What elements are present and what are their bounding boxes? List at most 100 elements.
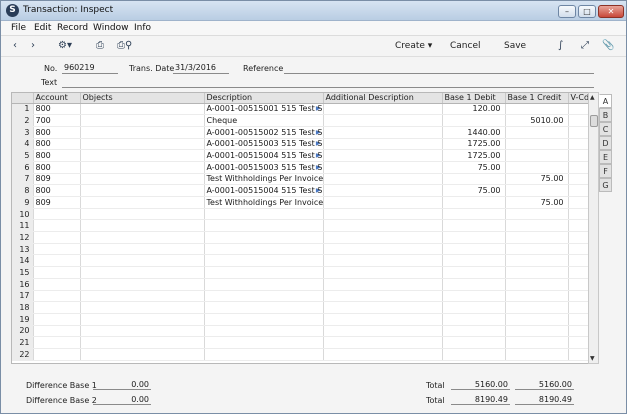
account-cell[interactable]: 809 — [33, 173, 81, 186]
description-cell[interactable] — [204, 231, 324, 244]
vat-code-cell[interactable] — [568, 173, 591, 186]
objects-cell[interactable] — [80, 231, 205, 244]
objects-cell[interactable] — [80, 301, 205, 314]
description-cell[interactable] — [204, 336, 324, 349]
col-header-description[interactable]: Description — [204, 93, 324, 104]
objects-cell[interactable] — [80, 266, 205, 279]
cancel-button[interactable]: Cancel — [450, 41, 481, 51]
description-cell[interactable]: ▶A-0001-00515004 515 Test Supp — [204, 184, 324, 197]
account-cell[interactable] — [33, 325, 81, 338]
base1-credit-cell[interactable] — [505, 313, 569, 326]
description-cell[interactable]: ▶A-0001-00515001 515 Test Supp — [204, 103, 324, 116]
additional-description-cell[interactable] — [323, 149, 443, 162]
objects-cell[interactable] — [80, 173, 205, 186]
objects-cell[interactable] — [80, 313, 205, 326]
vat-code-cell[interactable] — [568, 348, 591, 361]
additional-description-cell[interactable] — [323, 313, 443, 326]
base1-credit-cell[interactable] — [505, 266, 569, 279]
base1-credit-cell[interactable] — [505, 219, 569, 233]
menu-record[interactable]: Record — [57, 23, 88, 33]
base1-debit-cell[interactable] — [442, 325, 506, 338]
table-row[interactable]: 11 — [12, 219, 591, 233]
account-cell[interactable] — [33, 290, 81, 303]
table-row[interactable]: 9 809 Test Withholdings Per Invoice 75.00 — [12, 196, 591, 209]
base1-credit-cell[interactable] — [505, 325, 569, 338]
vat-code-cell[interactable] — [568, 114, 591, 127]
vat-code-cell[interactable] — [568, 243, 591, 256]
additional-description-cell[interactable] — [323, 126, 443, 139]
base1-credit-cell[interactable] — [505, 336, 569, 349]
account-cell[interactable] — [33, 231, 81, 244]
additional-description-cell[interactable] — [323, 196, 443, 209]
previous-record-icon[interactable]: ‹ — [13, 40, 17, 51]
vat-code-cell[interactable] — [568, 290, 591, 303]
vat-code-cell[interactable] — [568, 266, 591, 279]
vat-code-cell[interactable] — [568, 219, 591, 233]
base1-debit-cell[interactable] — [442, 243, 506, 256]
graph-icon[interactable]: ∫ — [558, 40, 563, 51]
account-cell[interactable]: 809 — [33, 196, 81, 209]
account-cell[interactable] — [33, 336, 81, 349]
additional-description-cell[interactable] — [323, 348, 443, 361]
base1-debit-cell[interactable] — [442, 114, 506, 127]
table-row[interactable]: 7 809 Test Withholdings Per Invoice 75.00 — [12, 173, 591, 186]
maximize-button[interactable]: □ — [578, 5, 596, 18]
objects-cell[interactable] — [80, 290, 205, 303]
account-cell[interactable] — [33, 254, 81, 268]
description-cell[interactable] — [204, 208, 324, 221]
additional-description-cell[interactable] — [323, 290, 443, 303]
vat-code-cell[interactable] — [568, 103, 591, 116]
account-cell[interactable]: 800 — [33, 149, 81, 162]
vat-code-cell[interactable] — [568, 313, 591, 326]
base1-debit-cell[interactable] — [442, 290, 506, 303]
text-field[interactable] — [62, 77, 594, 88]
scroll-down-icon[interactable]: ▼ — [590, 355, 595, 362]
additional-description-cell[interactable] — [323, 231, 443, 244]
objects-cell[interactable] — [80, 254, 205, 268]
attachment-icon[interactable]: 📎 — [602, 40, 614, 51]
objects-cell[interactable] — [80, 138, 205, 151]
description-cell[interactable]: Test Withholdings Per Invoice — [204, 196, 324, 209]
objects-cell[interactable] — [80, 325, 205, 338]
table-row[interactable]: 6800 ▶A-0001-00515003 515 Test Supp 75.00 — [12, 161, 591, 174]
additional-description-cell[interactable] — [323, 219, 443, 233]
base1-credit-cell[interactable] — [505, 161, 569, 174]
additional-description-cell[interactable] — [323, 243, 443, 256]
base1-debit-cell[interactable] — [442, 208, 506, 221]
description-cell[interactable] — [204, 290, 324, 303]
base1-credit-cell[interactable] — [505, 301, 569, 314]
tab-a[interactable]: A — [599, 94, 612, 108]
description-cell[interactable]: ▶A-0001-00515003 515 Test Supp — [204, 138, 324, 151]
tab-d[interactable]: D — [599, 136, 612, 150]
base1-credit-cell[interactable] — [505, 243, 569, 256]
description-cell[interactable] — [204, 301, 324, 314]
account-cell[interactable]: 800 — [33, 184, 81, 197]
vat-code-cell[interactable] — [568, 336, 591, 349]
base1-debit-cell[interactable]: 1725.00 — [442, 149, 506, 162]
table-row[interactable]: 10 — [12, 208, 591, 221]
col-header-vat-code[interactable]: V-Cd — [568, 93, 591, 104]
description-cell[interactable]: Cheque — [204, 114, 324, 127]
base1-credit-cell[interactable] — [505, 208, 569, 221]
additional-description-cell[interactable] — [323, 173, 443, 186]
base1-debit-cell[interactable] — [442, 336, 506, 349]
base1-credit-cell[interactable] — [505, 290, 569, 303]
account-cell[interactable] — [33, 278, 81, 291]
additional-description-cell[interactable] — [323, 184, 443, 197]
vat-code-cell[interactable] — [568, 161, 591, 174]
base1-debit-cell[interactable] — [442, 173, 506, 186]
description-cell[interactable] — [204, 348, 324, 361]
account-cell[interactable]: 700 — [33, 114, 81, 127]
description-cell[interactable] — [204, 254, 324, 268]
objects-cell[interactable] — [80, 103, 205, 116]
objects-cell[interactable] — [80, 126, 205, 139]
menu-edit[interactable]: Edit — [34, 23, 51, 33]
additional-description-cell[interactable] — [323, 266, 443, 279]
base1-debit-cell[interactable]: 75.00 — [442, 184, 506, 197]
vat-code-cell[interactable] — [568, 138, 591, 151]
print-preview-icon[interactable]: ⎙⚲ — [117, 40, 132, 51]
reference-field[interactable] — [284, 63, 594, 74]
base1-debit-cell[interactable] — [442, 196, 506, 209]
vat-code-cell[interactable] — [568, 231, 591, 244]
base1-credit-cell[interactable]: 5010.00 — [505, 114, 569, 127]
